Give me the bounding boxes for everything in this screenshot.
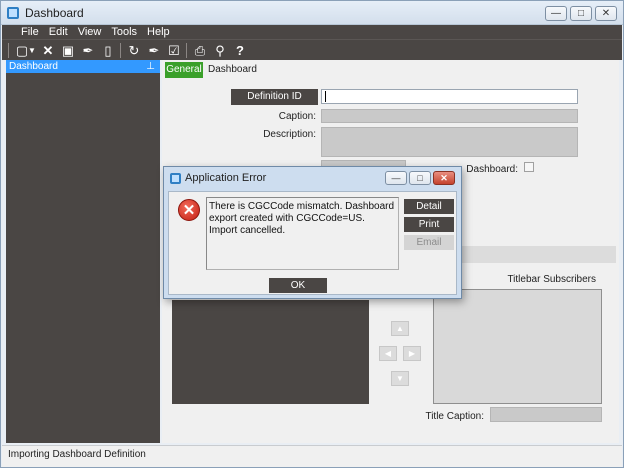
title-caption-field[interactable]: [490, 407, 602, 422]
print-button[interactable]: Print: [404, 217, 454, 232]
dropdown-arrow-icon[interactable]: ▼: [28, 43, 36, 58]
window-titlebar[interactable]: Dashboard — □ ✕: [1, 1, 623, 25]
brush-icon[interactable]: ✒: [146, 43, 162, 58]
edit-form-icon[interactable]: ☑: [166, 43, 182, 58]
toolbar-separator: [186, 43, 187, 58]
menu-bar: File Edit View Tools Help: [2, 25, 622, 39]
sidebar-title: Dashboard: [9, 61, 58, 72]
sidebar-panel: Dashboard ⊥: [6, 60, 160, 443]
dialog-body: ✕ There is CGCCode mismatch. Dashboard e…: [168, 191, 457, 295]
dashboard-label: Dashboard:: [466, 164, 518, 175]
print-preview-icon[interactable]: ⚲: [212, 43, 228, 58]
dialog-window-controls: — □ ✕: [385, 171, 455, 185]
error-message: There is CGCCode mismatch. Dashboard exp…: [206, 197, 399, 270]
print-icon[interactable]: ⎙: [192, 43, 208, 58]
window-title: Dashboard: [25, 6, 84, 20]
refresh-icon[interactable]: ↻: [126, 43, 142, 58]
tab-general[interactable]: General: [165, 62, 203, 78]
clear-icon[interactable]: ✒: [80, 43, 96, 58]
dialog-title: Application Error: [185, 172, 267, 184]
ok-button[interactable]: OK: [269, 278, 327, 293]
delete-icon[interactable]: ✕: [40, 43, 56, 58]
tab-strip: General Dashboard: [162, 60, 619, 79]
minimize-button[interactable]: —: [545, 6, 567, 21]
menu-edit[interactable]: Edit: [44, 25, 73, 39]
definition-id-label: Definition ID: [231, 89, 318, 105]
dialog-titlebar[interactable]: Application Error — □ ✕: [164, 167, 461, 189]
definition-id-input[interactable]: [321, 89, 578, 104]
titlebar-subscribers-list[interactable]: [433, 289, 602, 404]
tab-dashboard[interactable]: Dashboard: [208, 62, 257, 78]
description-field[interactable]: [321, 127, 578, 157]
error-icon: ✕: [178, 199, 200, 221]
window-controls: — □ ✕: [545, 6, 617, 21]
toolbar-separator: [120, 43, 121, 58]
available-list[interactable]: [172, 300, 369, 404]
app-icon: [7, 7, 19, 19]
menu-help[interactable]: Help: [142, 25, 175, 39]
caption-label: Caption:: [278, 111, 316, 122]
dialog-minimize-button[interactable]: —: [385, 171, 407, 185]
dialog-close-button[interactable]: ✕: [433, 171, 455, 185]
menu-file[interactable]: File: [16, 25, 44, 39]
maximize-button[interactable]: □: [570, 6, 592, 21]
dialog-maximize-button[interactable]: □: [409, 171, 431, 185]
text-caret: [325, 91, 326, 102]
status-bar: Importing Dashboard Definition: [2, 445, 622, 467]
caption-field[interactable]: [321, 109, 578, 123]
move-right-button[interactable]: ▶: [403, 346, 421, 361]
toolbar: ▢ ▼ ✕ ▣ ✒ ▯ ↻ ✒ ☑ ⎙ ⚲ ?: [2, 39, 622, 60]
description-label: Description:: [263, 129, 316, 140]
application-error-dialog: Application Error — □ ✕ ✕ There is CGCCo…: [163, 166, 462, 299]
sidebar-header[interactable]: Dashboard ⊥: [6, 60, 160, 73]
move-down-button[interactable]: ▼: [391, 371, 409, 386]
detail-button[interactable]: Detail: [404, 199, 454, 214]
dialog-app-icon: [170, 173, 181, 184]
toolbar-grip: [8, 43, 9, 58]
pin-icon[interactable]: ⊥: [146, 60, 155, 73]
save-icon[interactable]: ▣: [60, 43, 76, 58]
title-caption-label: Title Caption:: [425, 411, 484, 422]
dashboard-checkbox[interactable]: [524, 162, 534, 172]
menu-view[interactable]: View: [73, 25, 107, 39]
help-icon[interactable]: ?: [232, 43, 248, 58]
move-left-button[interactable]: ◀: [379, 346, 397, 361]
move-up-button[interactable]: ▲: [391, 321, 409, 336]
close-button[interactable]: ✕: [595, 6, 617, 21]
email-button[interactable]: Email: [404, 235, 454, 250]
section-divider-bar: [462, 246, 616, 263]
menu-tools[interactable]: Tools: [106, 25, 142, 39]
note-icon[interactable]: ▯: [100, 43, 116, 58]
titlebar-subscribers-label: Titlebar Subscribers: [507, 274, 596, 285]
